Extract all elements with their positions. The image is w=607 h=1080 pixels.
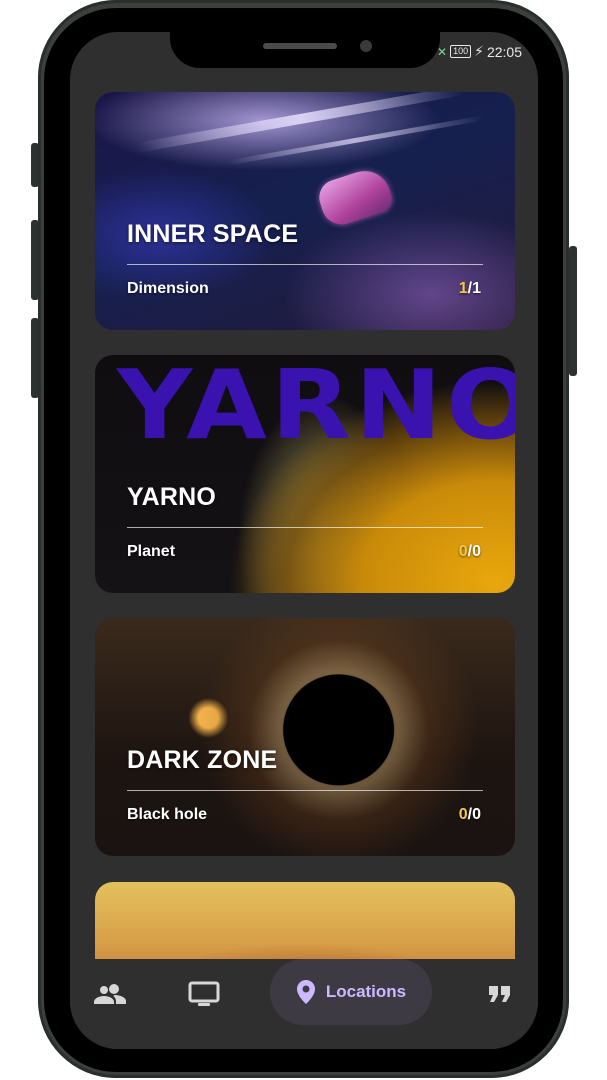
- nav-episodes[interactable]: [186, 959, 222, 1029]
- card-count: 1/1: [459, 280, 481, 298]
- nav-characters[interactable]: [92, 959, 128, 1029]
- card-count: 0/0: [459, 806, 481, 824]
- card-title: DARK ZONE: [127, 746, 278, 774]
- nav-quotes[interactable]: [482, 959, 518, 1029]
- app-screen: ✕ 100 ⚡ 22:05 INNER SPACE Dimension 1/1 …: [70, 32, 538, 1049]
- location-card-yarno[interactable]: YARNO YARNO Planet 0/0: [95, 355, 515, 593]
- count-done: 1: [458, 280, 468, 297]
- location-card-inner-space[interactable]: INNER SPACE Dimension 1/1: [95, 92, 515, 330]
- yarno-banner-art: YARNO: [117, 355, 515, 461]
- count-done: 0: [458, 806, 468, 823]
- card-count: 0/0: [459, 543, 481, 561]
- count-total: /0: [467, 806, 481, 823]
- space-streak-art: [136, 92, 464, 153]
- bottom-nav: Locations: [70, 959, 538, 1049]
- spaceship-art: [314, 164, 396, 230]
- people-icon: [94, 984, 126, 1004]
- nav-locations-label: Locations: [325, 982, 407, 1001]
- status-bar: ✕ 100 ⚡ 22:05: [437, 43, 522, 60]
- speaker-grille: [263, 43, 337, 49]
- card-title: YARNO: [127, 483, 216, 511]
- nav-locations[interactable]: Locations: [270, 959, 432, 1025]
- tv-icon: [188, 981, 220, 1006]
- battery-level: 100: [450, 45, 472, 58]
- divider: [127, 527, 483, 528]
- signal-icon: ✕: [437, 44, 448, 59]
- card-type: Black hole: [127, 806, 208, 823]
- charging-icon: ⚡: [474, 43, 484, 59]
- front-camera: [360, 40, 372, 52]
- card-title: INNER SPACE: [127, 220, 299, 248]
- divider: [127, 790, 483, 791]
- phone-power-button: [569, 246, 577, 376]
- count-total: /1: [467, 280, 481, 297]
- count-done: 0: [458, 543, 468, 560]
- notch: [170, 32, 440, 68]
- count-total: /0: [467, 543, 481, 560]
- location-card-dark-zone[interactable]: DARK ZONE Black hole 0/0: [95, 618, 515, 856]
- location-pin-icon: [296, 980, 315, 1004]
- card-type: Planet: [127, 543, 176, 560]
- card-type: Dimension: [127, 280, 209, 297]
- quote-icon: [489, 986, 510, 1002]
- divider: [127, 264, 483, 265]
- clock: 22:05: [486, 43, 522, 60]
